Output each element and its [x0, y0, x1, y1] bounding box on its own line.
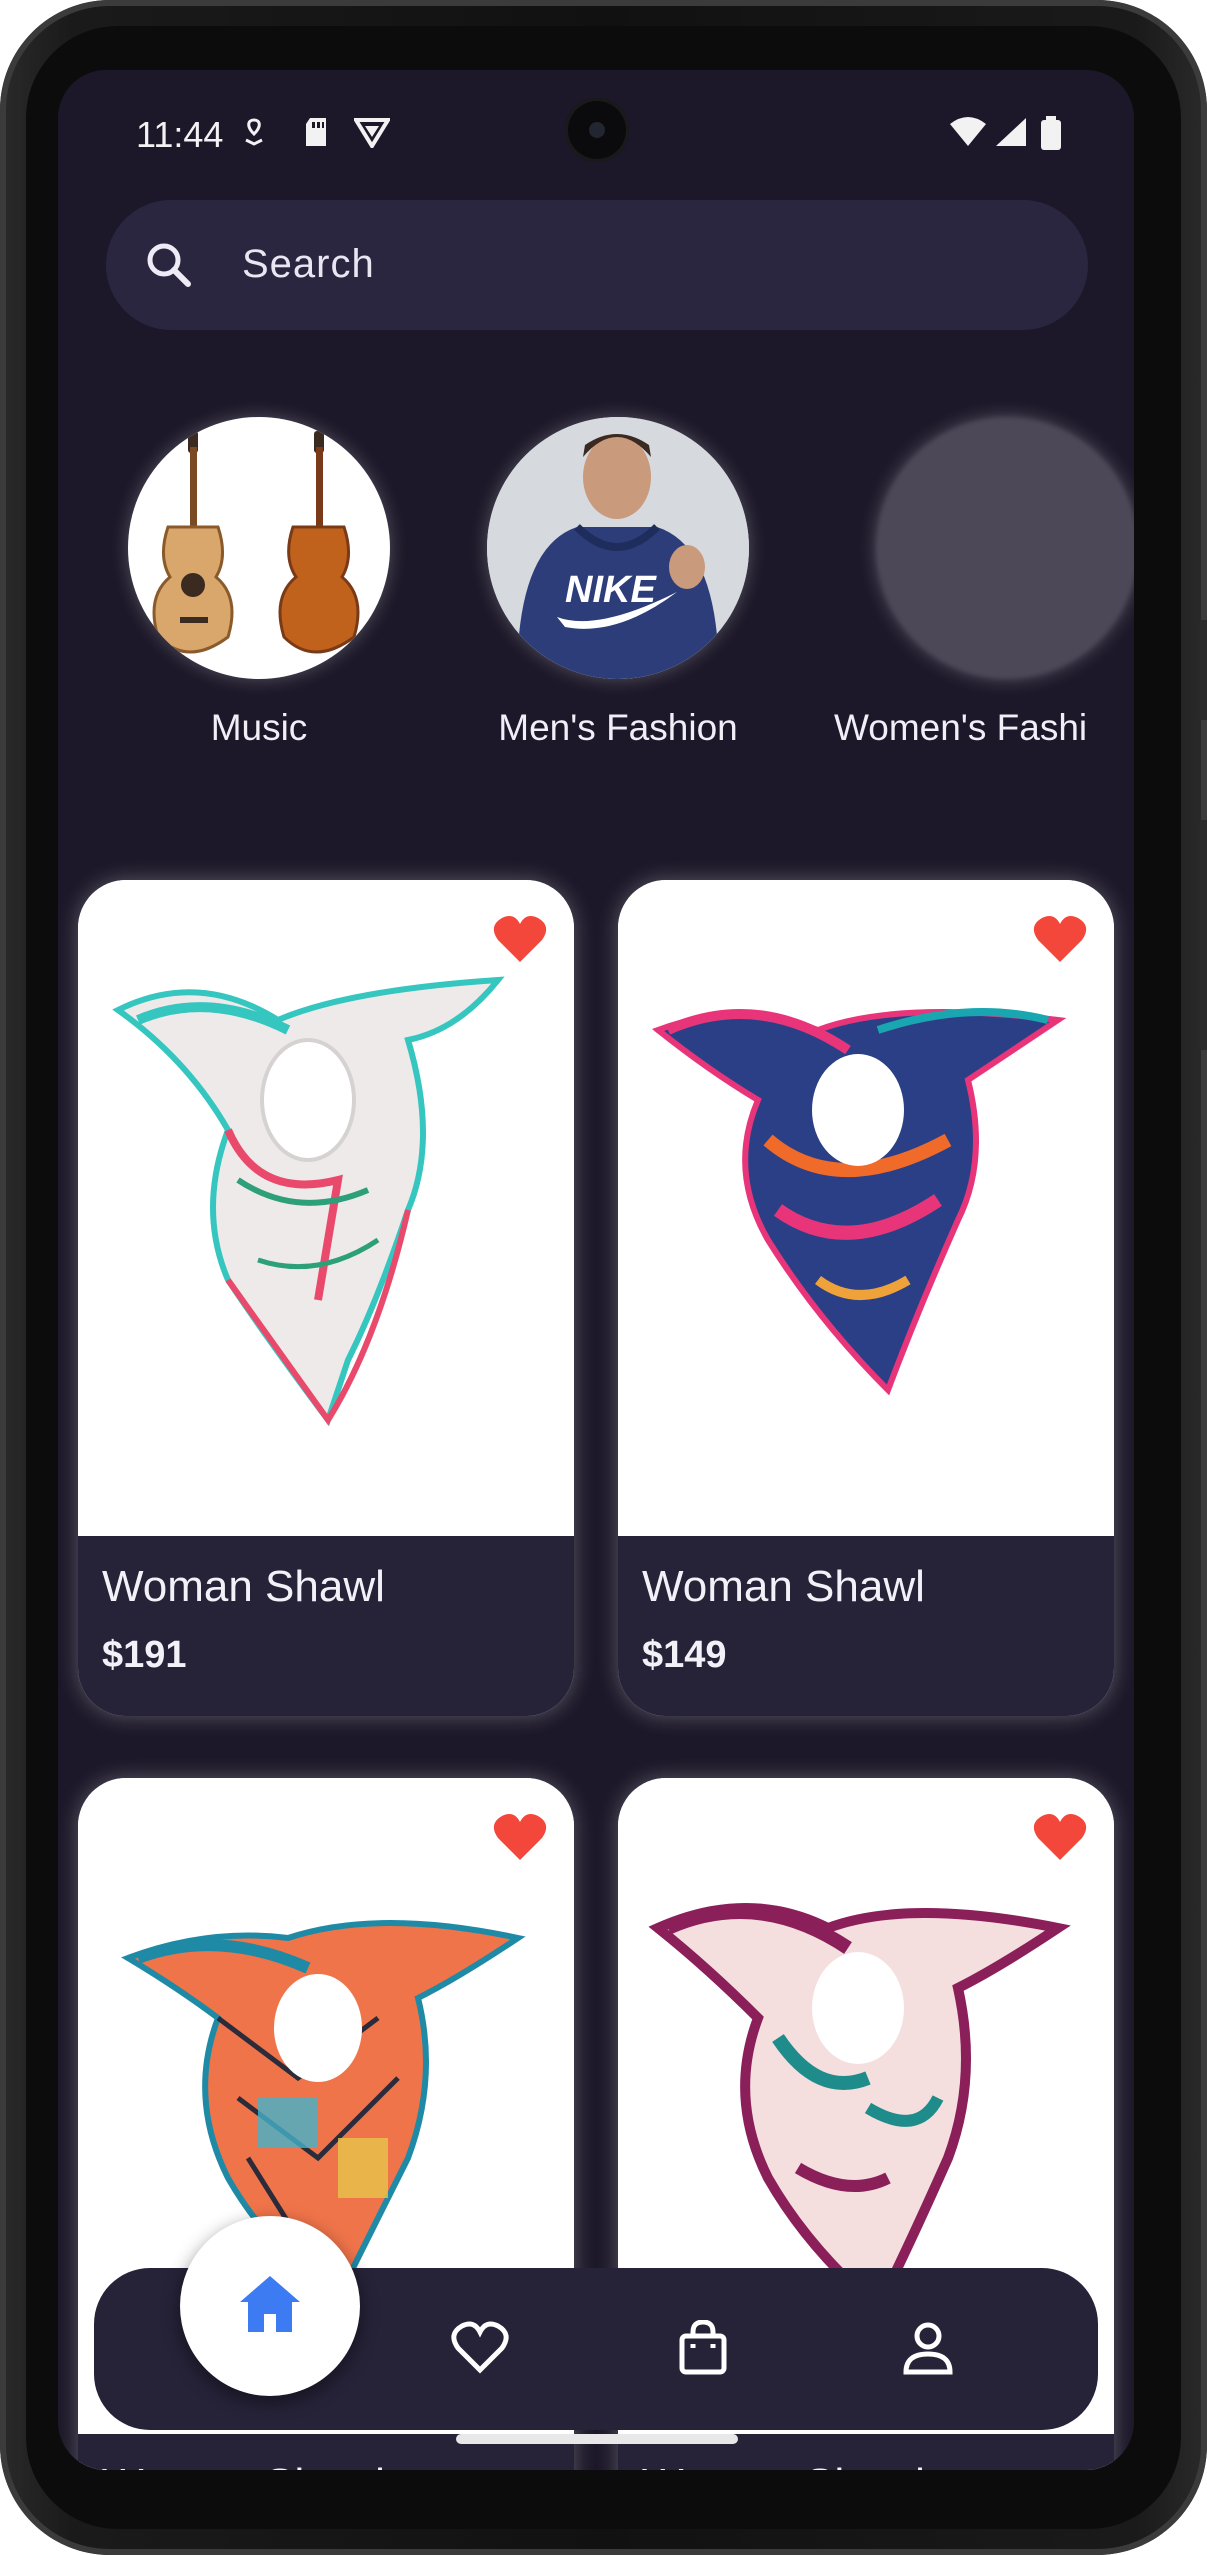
sd-card-icon [302, 116, 330, 153]
category-label: Women's Fashi [834, 707, 1088, 748]
gesture-bar[interactable] [456, 2434, 738, 2444]
product-info: Woman Shawl $191 [78, 1536, 574, 1716]
product-image [78, 880, 574, 1536]
favorite-heart-icon[interactable] [492, 1812, 548, 1867]
category-label: Men's Fashion [498, 707, 738, 748]
home-button[interactable] [180, 2216, 360, 2396]
front-camera [565, 98, 629, 162]
product-price: $149 [642, 1634, 727, 1676]
category-label: Music [210, 707, 308, 748]
power-button [1199, 620, 1207, 720]
product-image [618, 880, 1114, 1536]
home-icon [240, 2276, 300, 2332]
person-icon[interactable] [902, 2320, 954, 2381]
battery-icon [1040, 116, 1062, 155]
status-bar: 11:44 [58, 70, 1134, 200]
favorite-heart-icon[interactable] [1032, 1812, 1088, 1867]
category-mens-fashion-image: NIKE [487, 417, 749, 679]
signal-icon [994, 116, 1028, 153]
category-womens-fashion[interactable]: Women's Fashi [834, 417, 1134, 749]
category-music-image [128, 417, 390, 679]
product-info: Woman Shawl $149 [618, 1536, 1114, 1716]
product-name: Woman Shawl [642, 1562, 925, 1611]
category-womens-fashion-image [876, 417, 1134, 679]
category-mens-fashion[interactable]: NIKE Men's Fashion [468, 417, 768, 749]
product-name: Woman Shawl [102, 2460, 385, 2470]
location-icon [242, 116, 266, 153]
phone-frame: 11:44 Search Music NIKE Men's Fashion Wo… [0, 0, 1207, 2555]
search-icon [142, 238, 196, 297]
product-card[interactable]: Woman Shawl $149 [618, 880, 1114, 1716]
app-screen: 11:44 Search Music NIKE Men's Fashion Wo… [58, 70, 1134, 2470]
category-music[interactable]: Music [128, 417, 390, 749]
favorite-heart-icon[interactable] [1032, 914, 1088, 969]
vpn-shield-icon [352, 116, 392, 153]
heart-outline-icon[interactable] [450, 2320, 510, 2381]
wifi-icon [948, 116, 988, 153]
product-name: Woman Shawl [642, 2460, 925, 2470]
favorite-heart-icon[interactable] [492, 914, 548, 969]
product-price: $191 [102, 1634, 187, 1676]
svg-text:NIKE: NIKE [565, 569, 657, 611]
volume-button [1199, 820, 1207, 1050]
product-name: Woman Shawl [102, 1562, 385, 1611]
search-placeholder: Search [242, 242, 375, 286]
status-time: 11:44 [136, 114, 224, 155]
search-bar[interactable]: Search [106, 200, 1088, 330]
shopping-bag-icon[interactable] [678, 2319, 728, 2381]
product-card[interactable]: Woman Shawl $191 [78, 880, 574, 1716]
